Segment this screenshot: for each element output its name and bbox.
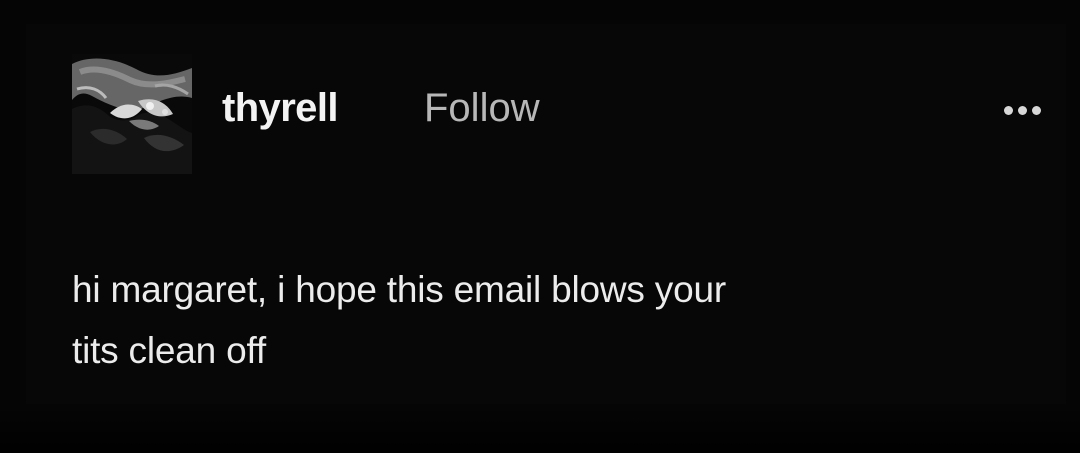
- more-options-icon: [1018, 106, 1027, 115]
- username[interactable]: thyrell: [222, 82, 338, 134]
- more-options-icon: [1004, 106, 1013, 115]
- more-options-icon: [1032, 106, 1041, 115]
- bottom-shade: [0, 405, 1080, 453]
- avatar-photo-icon: [72, 54, 192, 174]
- follow-button[interactable]: Follow: [424, 82, 540, 134]
- post-container: thyrell Follow hi margaret, i hope this …: [26, 24, 1066, 404]
- post-card: thyrell Follow hi margaret, i hope this …: [0, 0, 1080, 453]
- more-options-button[interactable]: [996, 96, 1052, 124]
- post-header: thyrell Follow: [26, 24, 1066, 204]
- avatar[interactable]: [72, 54, 192, 174]
- post-text-line: hi margaret, i hope this email blows you…: [72, 269, 726, 310]
- post-text: hi margaret, i hope this email blows you…: [72, 259, 1042, 381]
- post-text-line: tits clean off: [72, 330, 266, 371]
